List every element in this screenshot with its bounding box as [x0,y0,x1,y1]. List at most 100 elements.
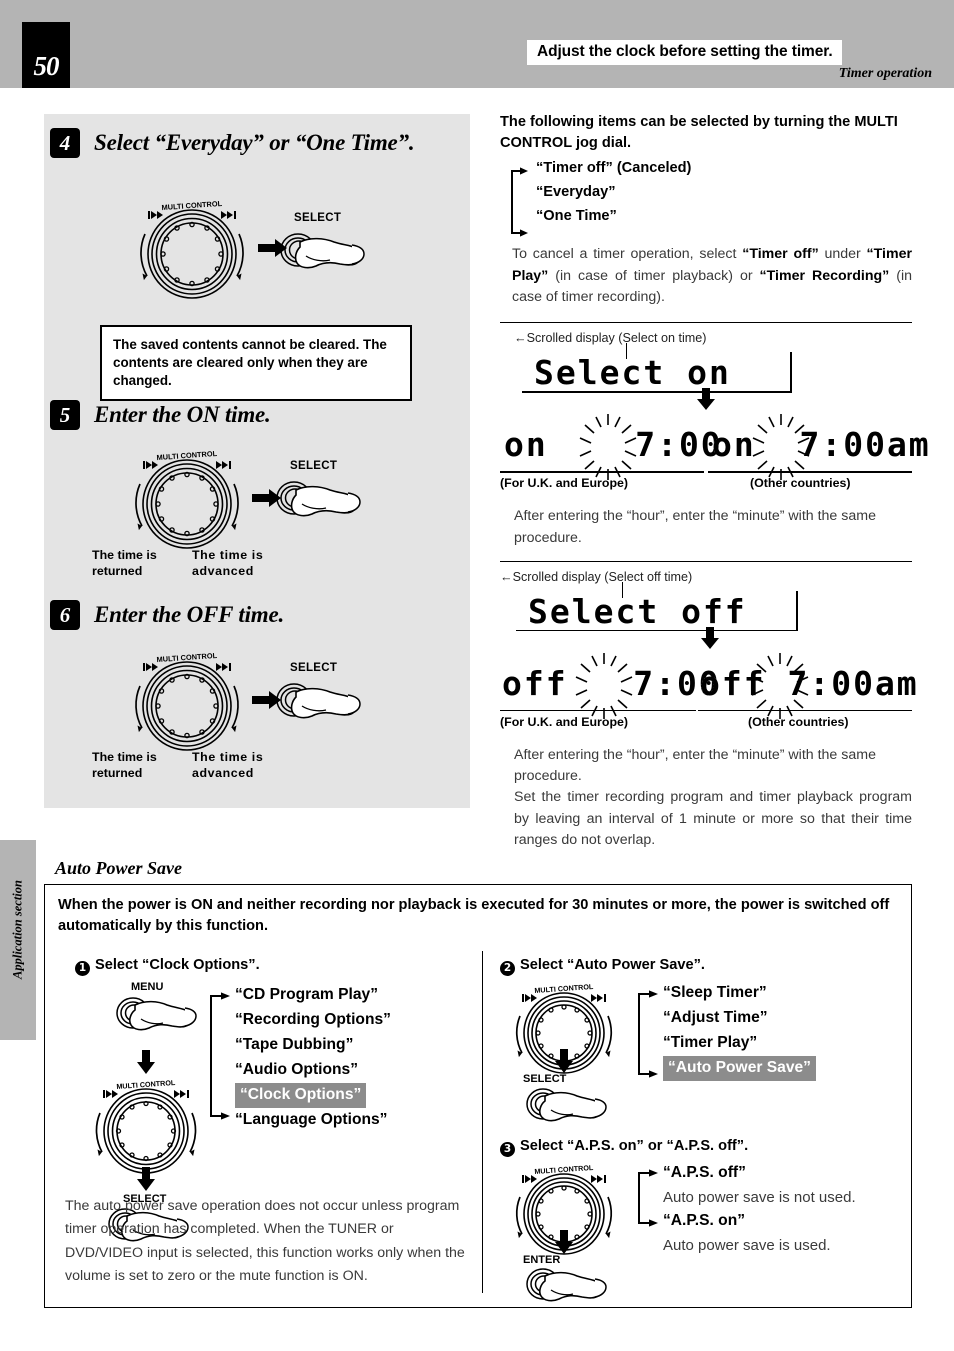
divider-rule [500,560,912,562]
step-5-title: Enter the ON time. [94,402,271,427]
label-other-countries-off: (Other countries) [748,714,849,729]
auto-power-save-lead: When the power is ON and neither recordi… [58,897,890,935]
footnote-on: After entering the “hour”, enter the “mi… [514,508,876,546]
substep-2-heading: 2 Select “Auto Power Save”. [500,957,705,976]
option-aps-off-desc: Auto power save is not used. [663,1188,856,1206]
arrow-down-icon [555,1049,573,1073]
lcd-select-off: Select off [528,591,747,631]
select-button-press-illustration[interactable]: SELECT [270,212,400,282]
select-on-block: ←Scrolled display (Select on time) Selec… [500,331,931,549]
step-6-header: 6 Enter the OFF time. [50,600,284,630]
step-6-title: Enter the OFF time. [94,602,285,627]
substep-1-number: 1 [75,960,90,976]
footnote-off-1: After entering the “hour”, enter the “mi… [514,746,876,785]
option-aps-on[interactable]: “A.P.S. on” [663,1209,856,1234]
bracket-icon [210,992,230,1120]
substep-1-menu-list: “CD Program Play” “Recording Options” “T… [210,983,391,1133]
label-uk-europe-off: (For U.K. and Europe) [500,714,629,729]
bracket-icon [638,990,658,1078]
menu-item-recording-options[interactable]: “Recording Options” [235,1008,391,1033]
menu-item-cd-program-play[interactable]: “CD Program Play” [235,983,391,1008]
timer-mode-options: “Timer off” (Canceled) “Everyday” “One T… [500,157,912,238]
multi-control-dial-icon[interactable]: MULTI CONTROL [128,648,246,752]
step-4-note-text: The saved contents cannot be cleared. Th… [113,337,387,388]
arrow-down-icon [697,388,715,411]
substep-2-number: 2 [500,960,515,976]
down-arrow-wrap [500,388,912,411]
step-6-badge: 6 [50,600,80,630]
option-one-time: “One Time” [536,207,617,224]
step-6-caption-right: The time is advanced [192,750,264,781]
section-subtitle: Timer operation [838,66,932,81]
substep-3-option-list: “A.P.S. off” Auto power save is not used… [638,1161,856,1257]
side-tab-label: Application section [10,880,25,979]
lcd-time-row-off: off 7:00 (For U.K. and Europe) off 7:00a… [500,652,919,729]
select-off-block: ←Scrolled display (Select off time) Sele… [500,569,919,851]
lcd-on-uk-underline [500,471,704,473]
lcd-select-on: Select on [534,353,731,393]
menu-item-language-options[interactable]: “Language Options” [235,1108,391,1133]
side-tab: Application section [0,840,36,1040]
menu-item-auto-power-save[interactable]: “Auto Power Save” [663,1055,816,1081]
menu-item-sleep-timer[interactable]: “Sleep Timer” [663,981,816,1006]
arrow-down-icon [701,626,719,649]
auto-power-save-title: Auto Power Save [55,858,183,878]
arrow-down-icon [137,1167,155,1191]
menu-item-tape-dubbing[interactable]: “Tape Dubbing” [235,1033,391,1058]
select-button-label: SELECT [290,460,338,472]
menu-item-clock-options[interactable]: “Clock Options” [235,1082,367,1108]
step-4-header: 4 Select “Everyday” or “One Time”. [50,128,415,158]
step-6-caption-left: The time is returned [92,750,157,781]
label-uk-europe-on: (For U.K. and Europe) [500,476,629,491]
page-number: 50 [33,51,60,81]
scroll-note-on: ←Scrolled display (Select on time) [514,331,707,346]
select-button-label: SELECT [294,212,342,224]
down-arrow-wrap [500,626,912,649]
page-number-badge: 50 [22,22,70,88]
option-everyday: “Everyday” [536,184,616,201]
scroll-note-off: ←Scrolled display (Select off time) [500,569,693,584]
multi-control-dial-icon[interactable]: MULTI CONTROL [128,446,246,550]
divider-rule [500,322,912,324]
step-4-badge: 4 [50,128,80,158]
substep-1-footnote: The auto power save operation does not o… [65,1198,465,1284]
step-5-caption-right: The time is advanced [192,548,264,579]
arrow-down-icon [137,1050,155,1074]
select-button-label: SELECT [290,662,338,674]
page-title: Adjust the clock before setting the time… [527,40,842,65]
substep-2-menu-list: “Sleep Timer” “Adjust Time” “Timer Play”… [638,981,816,1081]
option-aps-off[interactable]: “A.P.S. off” [663,1161,856,1186]
lcd-off-other-underline [698,709,912,712]
menu-item-audio-options[interactable]: “Audio Options” [235,1058,391,1083]
menu-button-illustration[interactable]: MENU [113,981,219,1049]
lcd-off-uk-underline [500,709,696,712]
right-intro: The following items can be selected by t… [500,114,898,151]
menu-item-adjust-time[interactable]: “Adjust Time” [663,1006,816,1031]
cancel-note: To cancel a timer operation, select “Tim… [512,246,913,305]
lcd-time-row-on: on 7:00 (For U.K. and Europe) on 7:00am [500,414,931,490]
left-arrow-icon: ← [514,331,527,346]
substep-3-heading: 3 Select “A.P.S. on” or “A.P.S. off”. [500,1138,748,1157]
option-timer-off: “Timer off” (Canceled) [536,160,692,177]
select-button-press-illustration[interactable]: SELECT [266,662,396,732]
menu-item-timer-play[interactable]: “Timer Play” [663,1031,816,1056]
arrow-down-icon [555,1230,573,1254]
auto-power-save-box: When the power is ON and neither recordi… [44,884,912,1308]
multi-control-dial-icon[interactable]: MULTI CONTROL [133,196,251,300]
multi-control-dial-icon[interactable]: MULTI CONTROL [87,1075,205,1180]
enter-button-illustration[interactable]: ENTER [523,1254,629,1316]
step-5-badge: 5 [50,400,80,430]
substep-3-number: 3 [500,1141,515,1157]
step-5-caption-left: The time is returned [92,548,157,579]
step-4-note: The saved contents cannot be cleared. Th… [100,325,412,402]
select-button-illustration[interactable]: SELECT [523,1073,629,1139]
select-button-press-illustration[interactable]: SELECT [266,460,396,530]
step-4-title: Select “Everyday” or “One Time”. [94,130,415,155]
substep-1-heading: 1 Select “Clock Options”. [75,957,260,976]
left-arrow-icon: ← [500,569,513,584]
lcd-on-other: on 7:00am [712,425,931,465]
option-aps-on-desc: Auto power save is used. [663,1237,831,1255]
bracket-icon [638,1169,658,1227]
step-5-header: 5 Enter the ON time. [50,400,271,430]
column-divider [482,951,483,1293]
